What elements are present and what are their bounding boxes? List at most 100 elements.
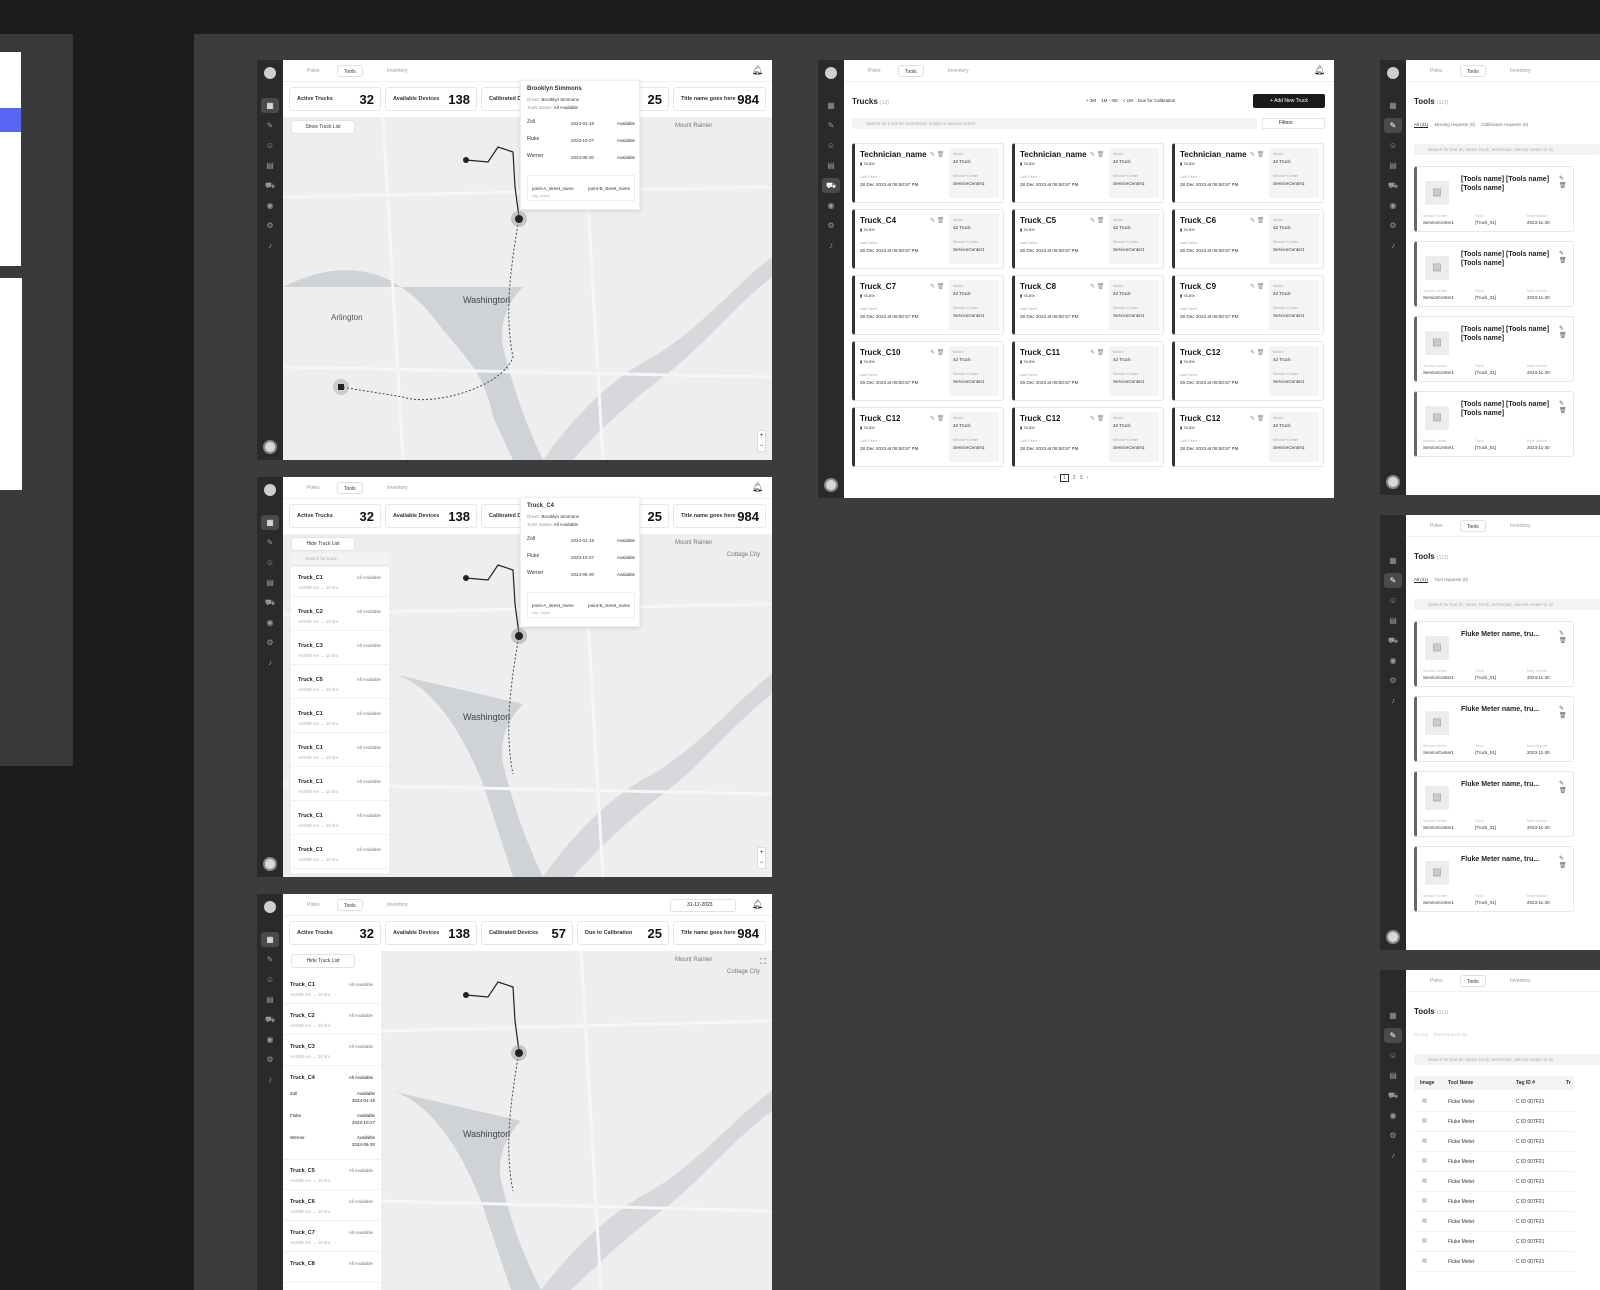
table-row[interactable]: ▨ Fluke Meter C ID 007F21 [1414,1252,1574,1272]
location-icon[interactable]: ◉ [1388,656,1398,665]
users-icon[interactable]: ☺ [265,141,275,150]
edit-icon[interactable]: ✎ 🗑︎ [1090,415,1104,422]
list-item[interactable]: Truck_C2 All Available AA000-AA → 12 km [291,601,389,631]
list-item[interactable]: Truck_C7 All Available AA000-AA → 12 km [283,1222,381,1252]
location-icon[interactable]: ◉ [265,201,275,210]
truck-card[interactable]: Truck_C12 ✎ 🗑︎ ▮ 76.8% Last Seen 28 Dec 2023… [1172,407,1324,467]
truck-card[interactable]: Truck_C10 ✎ 🗑︎ ▮ 76.8% Last Seen 28 Dec 2023… [852,341,1004,401]
tool-search-input[interactable]: Search for tool ID, name, truck, technic… [1414,144,1600,155]
location-icon[interactable]: ◉ [265,1035,275,1044]
tab-inventory[interactable]: Inventory [1504,975,1537,987]
avatar[interactable] [1386,475,1400,489]
filters-button[interactable]: Filters [1262,118,1325,129]
tab-inventory[interactable]: Inventory [1504,520,1537,532]
edit-icon[interactable]: ✎ 🗑︎ [1559,630,1573,644]
list-item[interactable]: Truck_C1 All Available AA000-AA → 12 km [291,805,389,835]
users-icon[interactable]: ☺ [1388,1051,1398,1060]
tab-calibration[interactable]: Calibration requests (0) [1481,122,1528,127]
dashboard-icon[interactable]: ▦ [261,932,279,947]
truck-card[interactable]: Truck_C9 ✎ 🗑︎ ▮ 76.8% Last Seen 28 Dec 2023 … [1172,275,1324,335]
tab-poles[interactable]: Poles [301,482,326,494]
table-row[interactable]: ▨ Fluke Meter C ID 007F21 [1414,1232,1574,1252]
avatar[interactable] [1386,930,1400,944]
list-item[interactable]: Truck_C3 All Available AA000-AA → 12 km [291,635,389,665]
list-item[interactable]: Truck_C8 All Available [283,1253,381,1283]
edit-icon[interactable]: ✎ 🗑︎ [1559,250,1573,264]
edit-icon[interactable]: ✎ 🗑︎ [1559,780,1573,794]
users-icon[interactable]: ☺ [1388,596,1398,605]
truck-card[interactable]: Truck_C12 ✎ 🗑︎ ▮ 76.8% Last Seen 28 Dec 2023… [1172,341,1324,401]
list-item[interactable]: Truck_C5 All Available AA000-AA → 12 km [283,1160,381,1190]
edit-icon[interactable]: ✎ 🗑︎ [1559,175,1573,189]
list-item[interactable]: Truck_C3 All Available AA000-AA → 12 km [283,1036,381,1066]
location-icon[interactable]: ◉ [826,201,836,210]
settings-icon[interactable]: ⚙ [265,221,275,230]
table-row[interactable]: ▨ Fluke Meter C ID 007F21 [1414,1172,1574,1192]
tab-all[interactable]: All (41) [1414,577,1429,583]
bell-nav-icon[interactable]: ♪ [265,1075,275,1084]
truck-search-input[interactable]: Search for truck ID, technician, model o… [852,118,1257,129]
truck-icon[interactable]: ⛟ [265,598,275,607]
zoom-control[interactable]: + − [757,430,766,452]
edit-icon[interactable]: ✎ 🗑︎ [1559,325,1573,339]
edit-icon[interactable]: ✎ 🗑︎ [930,217,944,224]
settings-icon[interactable]: ⚙ [1388,676,1398,685]
inventory-icon[interactable]: ▤ [265,161,275,170]
bell-nav-icon[interactable]: ♪ [1388,241,1398,250]
tab-inventory[interactable]: Inventory [381,65,414,77]
location-icon[interactable]: ◉ [265,618,275,627]
next-page-icon[interactable]: › [1087,475,1089,481]
bell-icon[interactable]: 🔔︎ [752,899,763,910]
truck-card[interactable]: Truck_C6 ✎ 🗑︎ ▮ 76.8% Last Seen 28 Dec 2023 … [1172,209,1324,269]
bell-nav-icon[interactable]: ♪ [265,241,275,250]
tool-card[interactable]: ▨ [Tools name] [Tools name] [Tools name] ✎… [1414,166,1574,232]
table-row[interactable]: ▨ Fluke Meter C ID 007F21 [1414,1132,1574,1152]
fullscreen-icon[interactable]: ⛶ [760,957,766,967]
location-icon[interactable]: ◉ [1388,201,1398,210]
add-truck-button[interactable]: + Add New Truck [1253,94,1325,108]
prev-page-icon[interactable]: ‹ [1054,475,1056,481]
edit-icon[interactable]: ✎ 🗑︎ [1090,217,1104,224]
edit-icon[interactable]: ✎ 🗑︎ [1250,151,1264,158]
users-icon[interactable]: ☺ [826,141,836,150]
inventory-icon[interactable]: ▤ [826,161,836,170]
table-row[interactable]: ▨ Fluke Meter C ID 007F21 [1414,1112,1574,1132]
inventory-icon[interactable]: ▤ [265,995,275,1004]
truck-icon[interactable]: ⛟ [265,181,275,190]
truck-icon[interactable]: ⛟ [822,178,840,193]
edit-icon[interactable]: ✎ 🗑︎ [1559,705,1573,719]
inventory-icon[interactable]: ▤ [1388,161,1398,170]
list-item[interactable]: Truck_C1 All Available AA000-AA → 12 km [291,567,389,597]
tab-inventory[interactable]: Inventory [1504,65,1537,77]
dashboard-icon[interactable]: ▦ [261,98,279,113]
truck-icon[interactable]: ⛟ [265,1015,275,1024]
truck-card[interactable]: Truck_C11 ✎ 🗑︎ ▮ 76.8% Last Seen 28 Dec 2023… [1012,341,1164,401]
edit-icon[interactable]: ✎ 🗑︎ [930,415,944,422]
list-item[interactable]: Truck_C1 All Available AA000-AA → 12 km [291,703,389,733]
edit-icon[interactable]: ✎ 🗑︎ [1090,349,1104,356]
settings-icon[interactable]: ⚙ [265,638,275,647]
inventory-icon[interactable]: ▤ [1388,616,1398,625]
tab-poles[interactable]: Poles [1424,65,1449,77]
table-row[interactable]: ▨ Fluke Meter C ID 007F21 [1414,1152,1574,1172]
avatar[interactable] [263,857,277,871]
edit-icon[interactable]: ✎ 🗑︎ [930,151,944,158]
tool-card[interactable]: ▨ Fluke Meter name, tru... ✎ 🗑︎ Service Cen… [1414,696,1574,762]
zoom-control[interactable]: + − [757,847,766,869]
tab-missing[interactable]: Missing requests (0) [1435,122,1476,127]
dashboard-icon[interactable]: ▦ [1388,101,1398,110]
users-icon[interactable]: ☺ [1388,141,1398,150]
tool-card[interactable]: ▨ [Tools name] [Tools name] [Tools name] ✎… [1414,391,1574,457]
truck-card[interactable]: Truck_C12 ✎ 🗑︎ ▮ 76.8% Last Seen 28 Dec 2023… [1012,407,1164,467]
edit-icon[interactable]: ✎ 🗑︎ [1250,283,1264,290]
tab-all[interactable]: All (41) [1414,122,1429,128]
edit-icon[interactable]: ✎ 🗑︎ [1250,349,1264,356]
table-row[interactable]: ▨ Fluke Meter C ID 007F21 [1414,1092,1574,1112]
tab-inventory[interactable]: Inventory [942,65,975,77]
dashboard-icon[interactable]: ▦ [261,515,279,530]
tool-search-input[interactable]: Search for tool ID, name, truck, technic… [1414,1054,1600,1065]
hide-truck-list-button[interactable]: Hide Truck List [291,954,355,968]
tab-tools[interactable]: Tools [1460,520,1486,532]
tab-poles[interactable]: Poles [301,899,326,911]
dashboard-icon[interactable]: ▦ [1388,556,1398,565]
